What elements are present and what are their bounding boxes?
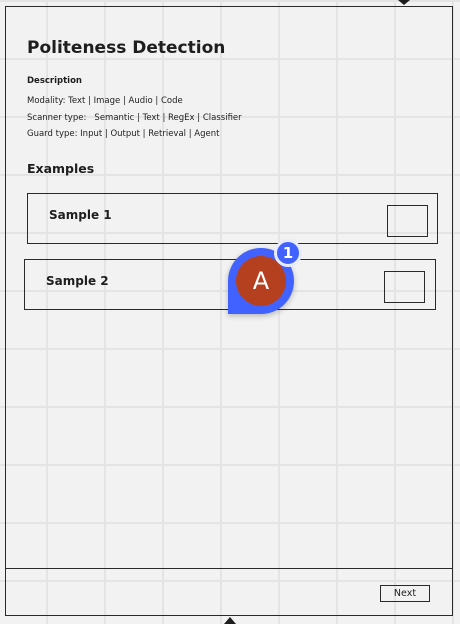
sample-1-label: Sample 1	[49, 208, 112, 222]
connector-arrow-top	[398, 0, 410, 5]
footer-divider	[5, 568, 453, 569]
whiteboard-canvas[interactable]: Politeness Detection Description Modalit…	[0, 0, 460, 624]
modality-text: Modality: Text | Image | Audio | Code	[27, 96, 183, 106]
examples-heading: Examples	[27, 161, 95, 176]
sample-1-checkbox[interactable]	[387, 205, 428, 237]
connector-arrow-bottom	[224, 617, 236, 624]
collaborator-cursor[interactable]: A 1	[228, 239, 308, 314]
sample-2-label: Sample 2	[46, 274, 109, 288]
notification-count-badge: 1	[274, 239, 302, 267]
sample-2-checkbox[interactable]	[384, 271, 425, 303]
guard-type-text: Guard type: Input | Output | Retrieval |…	[27, 129, 220, 139]
description-label: Description	[27, 76, 82, 86]
scanner-type-text: Scanner type: Semantic | Text | RegEx | …	[27, 113, 242, 123]
sample-1-card[interactable]: Sample 1	[27, 193, 438, 244]
next-button[interactable]: Next	[380, 585, 430, 602]
page-title: Politeness Detection	[27, 38, 226, 58]
